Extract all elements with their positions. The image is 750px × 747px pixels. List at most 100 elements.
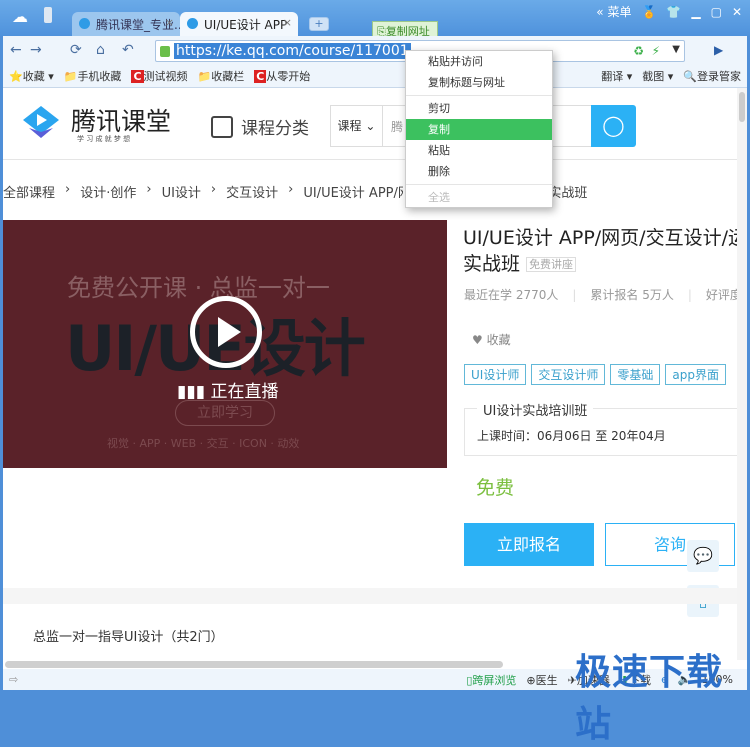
- class-name: UI设计实战培训班: [477, 400, 594, 419]
- learn-now-button[interactable]: 立即学习: [175, 400, 275, 426]
- skin-icon[interactable]: 👕: [666, 5, 681, 19]
- breadcrumb-tail: 实战班: [548, 186, 588, 201]
- chat-icon[interactable]: 💬: [687, 540, 719, 572]
- login-manager-button[interactable]: 🔍登录管家: [683, 68, 741, 84]
- breadcrumb-item[interactable]: 设计·创作: [80, 182, 136, 201]
- bookmark-bar[interactable]: 📁收藏栏: [198, 68, 245, 84]
- doctor-button[interactable]: ⊕医生: [526, 672, 557, 688]
- divider: [3, 159, 737, 160]
- menu-item-paste[interactable]: 粘贴: [406, 140, 552, 161]
- screenshot-button[interactable]: 截图 ▾: [642, 68, 673, 84]
- menu-button[interactable]: « 菜单: [596, 3, 631, 20]
- course-stats: 最近在学 2770人 | 累计报名 5万人 | 好评度: [464, 288, 737, 302]
- tag[interactable]: 零基础: [610, 364, 661, 385]
- sidebar-toggle-icon[interactable]: ⇨: [9, 673, 18, 686]
- category-label: 课程分类: [241, 119, 309, 139]
- free-lecture-badge: 免费讲座: [526, 256, 577, 272]
- class-box[interactable]: UI设计实战培训班 上课时间：06月06日 至 20年04月: [464, 400, 737, 456]
- go-icon[interactable]: ▶: [714, 43, 723, 57]
- list-icon: [211, 115, 233, 138]
- tag[interactable]: 交互设计师: [531, 364, 606, 385]
- section-title: 总监一对一指导UI设计（共2门）: [33, 630, 224, 645]
- watermark: 极速下载站: [575, 652, 724, 745]
- tab-tencent-classroom[interactable]: 腾讯课堂_专业... ×: [72, 12, 180, 36]
- scroll-thumb[interactable]: [739, 92, 745, 122]
- menu-separator: [406, 95, 552, 96]
- menu-item-copy[interactable]: 复制: [406, 119, 552, 140]
- bookmark-test-video[interactable]: C 测试视频: [131, 68, 188, 84]
- breadcrumb-current: UI/UE设计 APP/网页/交互设计/运营设计实战班: [303, 186, 403, 201]
- price: 免费: [476, 477, 515, 499]
- search-scope-select[interactable]: 课程 ⌄: [331, 106, 383, 146]
- bookmark-favorites[interactable]: ⭐收藏 ▾: [9, 68, 54, 84]
- recycle-icon[interactable]: ♻: [633, 44, 644, 58]
- close-icon[interactable]: ×: [165, 16, 174, 29]
- window-controls: « 菜单 🏅 👕 ▁ ▢ ✕: [596, 3, 742, 20]
- live-bars-icon: ▮▮▮: [177, 382, 211, 402]
- menu-item-delete[interactable]: 删除: [406, 161, 552, 182]
- play-icon: [218, 317, 241, 347]
- breadcrumb-item[interactable]: UI设计: [162, 182, 201, 201]
- banner-tags: 视觉 · APP · WEB · 交互 · ICON · 动效: [107, 437, 300, 450]
- tab-label: UI/UE设计 APP: [204, 18, 288, 32]
- course-title-line: UI/UE设计 APP/网页/交互设计/运: [463, 227, 737, 249]
- section-divider: [3, 588, 737, 604]
- tencent-classroom-logo[interactable]: [21, 102, 61, 142]
- course-title: UI/UE设计 APP/网页/交互设计/运 实战班 免费讲座: [463, 225, 737, 278]
- forward-icon[interactable]: →: [30, 42, 42, 58]
- context-menu: 粘贴并访问 复制标题与网址 剪切 复制 粘贴 删除 全选: [405, 50, 553, 208]
- close-window-icon[interactable]: ✕: [732, 5, 742, 19]
- medal-icon[interactable]: 🏅: [641, 5, 656, 19]
- menu-item-cut[interactable]: 剪切: [406, 98, 552, 119]
- cloud-icon[interactable]: ☁: [12, 7, 28, 26]
- course-title-line: 实战班: [463, 253, 521, 275]
- tag[interactable]: UI设计师: [464, 364, 527, 385]
- enroll-button[interactable]: 立即报名: [464, 523, 594, 566]
- maximize-icon[interactable]: ▢: [711, 5, 722, 19]
- back-icon[interactable]: ←: [10, 42, 22, 58]
- heart-icon: ♥: [472, 333, 483, 347]
- search-icon: ◯: [602, 113, 625, 137]
- tab-favicon: [79, 18, 90, 29]
- scroll-thumb[interactable]: [5, 661, 503, 668]
- new-tab-button[interactable]: +: [309, 17, 329, 31]
- course-tags: UI设计师 交互设计师 零基础 app界面: [464, 364, 731, 385]
- vertical-scrollbar[interactable]: [737, 88, 747, 660]
- close-icon[interactable]: ×: [283, 16, 292, 29]
- play-button[interactable]: [190, 296, 262, 368]
- phone-icon[interactable]: [44, 7, 52, 23]
- search-button[interactable]: ◯: [591, 105, 636, 147]
- menu-item-paste-and-go[interactable]: 粘贴并访问: [406, 51, 552, 72]
- search-input[interactable]: 腾: [383, 118, 403, 135]
- cross-screen-button[interactable]: ▯跨屏浏览: [466, 672, 516, 688]
- category-menu[interactable]: 课程分类: [211, 114, 309, 139]
- live-label: 正在直播: [210, 382, 279, 402]
- video-player[interactable]: 免费公开课 · 总监一对一 UI/UE设计 ▮▮▮ 正在直播 立即学习 视觉 ·…: [3, 220, 447, 468]
- translate-button[interactable]: 翻译 ▾: [601, 68, 632, 84]
- breadcrumb-item[interactable]: 交互设计: [226, 182, 278, 201]
- speed-icon[interactable]: ⚡: [652, 44, 660, 58]
- refresh-icon[interactable]: ⟳: [70, 42, 82, 58]
- favorite-button[interactable]: ♥ 收藏: [472, 331, 511, 348]
- dropdown-icon[interactable]: ▼: [672, 44, 680, 55]
- menu-separator: [406, 184, 552, 185]
- logo-title: 腾讯课堂: [71, 107, 172, 136]
- bookmark-mobile[interactable]: 📁手机收藏: [64, 68, 122, 84]
- tag[interactable]: app界面: [665, 364, 726, 385]
- class-schedule: 上课时间：06月06日 至 20年04月: [477, 429, 666, 443]
- page-content: 腾讯课堂 学 习 成 就 梦 想 课程分类 课程 ⌄ 腾 ◯ 全部课程 › 设计·…: [3, 88, 737, 660]
- bookmarks-bar: ⭐收藏 ▾ 📁手机收藏 C 测试视频 📁收藏栏 C 从零开始 翻译 ▾ 截图 ▾ 🔍…: [3, 64, 747, 88]
- tab-active-course[interactable]: UI/UE设计 APP ×: [180, 12, 298, 36]
- menu-item-select-all: 全选: [428, 191, 450, 204]
- tab-favicon: [187, 18, 198, 29]
- breadcrumb-item[interactable]: 全部课程: [3, 182, 55, 201]
- lock-icon: [160, 46, 170, 57]
- undo-icon[interactable]: ↶: [122, 42, 134, 58]
- logo-slogan: 学 习 成 就 梦 想: [77, 135, 131, 143]
- menu-item-copy-title-url[interactable]: 复制标题与网址: [406, 72, 552, 93]
- url-text[interactable]: https://ke.qq.com/course/117001: [174, 43, 411, 59]
- bookmark-from-zero[interactable]: C 从零开始: [254, 68, 310, 84]
- home-icon[interactable]: ⌂: [96, 42, 105, 58]
- minimize-icon[interactable]: ▁: [691, 5, 700, 19]
- live-status: ▮▮▮ 正在直播: [177, 377, 278, 402]
